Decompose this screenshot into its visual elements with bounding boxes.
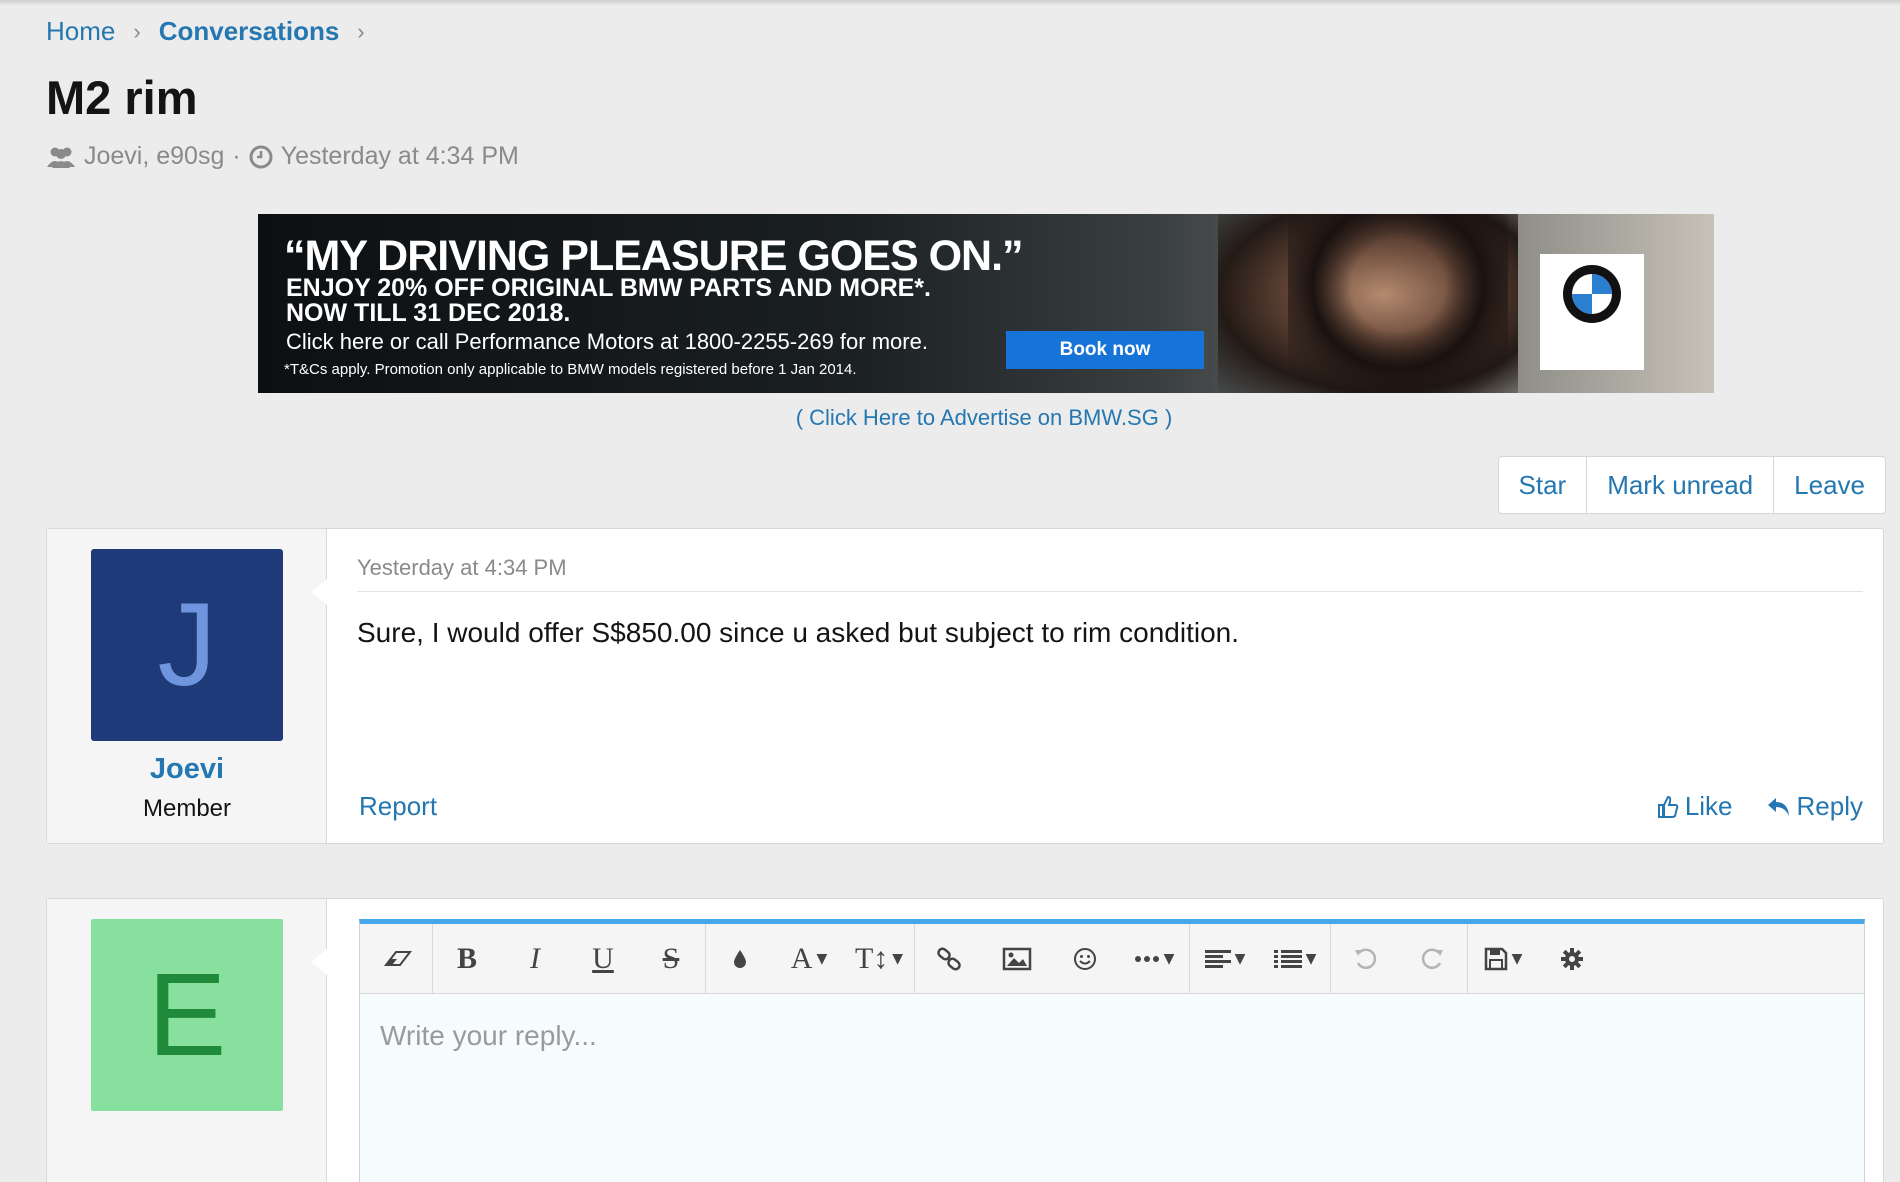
- reply-icon: [1767, 797, 1789, 816]
- advertise-link[interactable]: ( Click Here to Advertise on BMW.SG ): [0, 405, 1900, 431]
- report-link[interactable]: Report: [359, 791, 437, 822]
- breadcrumb: Home › Conversations ›: [46, 16, 383, 47]
- thumbs-up-icon: [1657, 795, 1679, 818]
- banner-subline-1: ENJOY 20% OFF ORIGINAL BMW PARTS AND MOR…: [286, 274, 931, 302]
- avatar[interactable]: E: [91, 919, 283, 1111]
- redo-icon[interactable]: [1399, 924, 1467, 994]
- font-family-icon[interactable]: A ▼: [774, 924, 844, 994]
- conversation-time: Yesterday at 4:34 PM: [280, 142, 519, 170]
- color-icon[interactable]: [706, 924, 774, 994]
- reply-label: Reply: [1796, 791, 1863, 821]
- mark-unread-button[interactable]: Mark unread: [1586, 457, 1773, 513]
- message-body: Sure, I would offer S$850.00 since u ask…: [357, 617, 1239, 648]
- divider: [357, 591, 1863, 592]
- book-now-button[interactable]: Book now: [1006, 331, 1204, 369]
- font-size-icon[interactable]: T↕ ▼: [844, 924, 914, 994]
- banner-call: Click here or call Performance Motors at…: [286, 329, 928, 354]
- eraser-icon[interactable]: [364, 924, 432, 994]
- strikethrough-icon[interactable]: S: [637, 924, 705, 994]
- message-date[interactable]: Yesterday at 4:34 PM: [357, 555, 567, 581]
- users-icon: [46, 145, 76, 169]
- leave-button[interactable]: Leave: [1773, 457, 1885, 513]
- bold-icon[interactable]: B: [433, 924, 501, 994]
- more-icon[interactable]: ▼: [1119, 924, 1189, 994]
- list-icon[interactable]: ▼: [1260, 924, 1330, 994]
- banner-photo-shade: [1288, 214, 1508, 393]
- clock-icon: [249, 145, 273, 169]
- message-actions: Like Reply: [1623, 791, 1863, 822]
- link-icon[interactable]: [915, 924, 983, 994]
- star-button[interactable]: Star: [1499, 457, 1587, 513]
- message-user-cell: J Joevi Member: [47, 529, 327, 843]
- chevron-right-icon: ›: [357, 18, 365, 44]
- reply-editor: B I U S A ▼ T↕ ▼ ▼ ▼ ▼ ▼ Write your repl…: [359, 919, 1865, 1182]
- reply-placeholder: Write your reply...: [380, 1020, 597, 1051]
- quick-reply: E B I U S A ▼ T↕ ▼ ▼ ▼ ▼ ▼ Write your re…: [46, 898, 1884, 1182]
- banner-subline-2: NOW TILL 31 DEC 2018.: [286, 299, 571, 327]
- like-label: Like: [1684, 791, 1733, 821]
- like-button[interactable]: Like: [1657, 791, 1733, 822]
- breadcrumb-conversations[interactable]: Conversations: [159, 16, 340, 47]
- reply-textarea[interactable]: Write your reply...: [360, 994, 1864, 1182]
- reply-user-cell: E: [47, 899, 327, 1182]
- bmw-logo-tagline: [1591, 338, 1593, 356]
- separator-dot: ·: [232, 142, 241, 170]
- banner-fine-print: *T&Cs apply. Promotion only applicable t…: [284, 361, 857, 378]
- breadcrumb-home[interactable]: Home: [46, 16, 115, 47]
- conversation-actions: Star Mark unread Leave: [1497, 456, 1886, 514]
- smiley-icon[interactable]: [1051, 924, 1119, 994]
- message-main: Yesterday at 4:34 PM Sure, I would offer…: [357, 529, 1863, 843]
- editor-toolbar: B I U S A ▼ T↕ ▼ ▼ ▼ ▼ ▼: [360, 923, 1864, 994]
- image-icon[interactable]: [983, 924, 1051, 994]
- drafts-icon[interactable]: ▼: [1468, 924, 1538, 994]
- participants[interactable]: Joevi, e90sg: [84, 142, 224, 171]
- underline-icon[interactable]: U: [569, 924, 637, 994]
- bmw-logo: [1540, 254, 1644, 370]
- page-title: M2 rim: [46, 71, 198, 124]
- advertisement-banner[interactable]: “MY DRIVING PLEASURE GOES ON.” ENJOY 20%…: [258, 214, 1714, 393]
- undo-icon[interactable]: [1331, 924, 1399, 994]
- settings-icon[interactable]: [1538, 924, 1606, 994]
- bmw-roundel-icon: [1563, 265, 1621, 323]
- align-icon[interactable]: ▼: [1190, 924, 1260, 994]
- username[interactable]: Joevi: [47, 753, 327, 786]
- italic-icon[interactable]: I: [501, 924, 569, 994]
- reply-button[interactable]: Reply: [1767, 791, 1863, 822]
- user-title: Member: [142, 795, 232, 822]
- message: J Joevi Member Yesterday at 4:34 PM Sure…: [46, 528, 1884, 844]
- chevron-right-icon: ›: [133, 18, 141, 44]
- conversation-meta: Joevi, e90sg · Yesterday at 4:34 PM: [46, 142, 519, 171]
- top-shade: [0, 0, 1900, 6]
- avatar[interactable]: J: [91, 549, 283, 741]
